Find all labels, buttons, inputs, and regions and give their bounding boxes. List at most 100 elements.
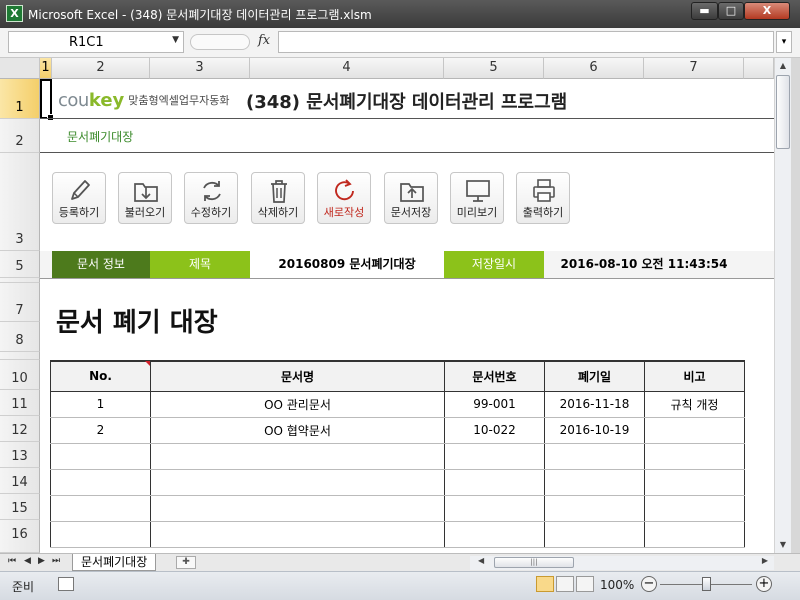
cell[interactable]: [444, 443, 545, 470]
cell[interactable]: [544, 469, 645, 496]
cell[interactable]: [150, 443, 445, 470]
column-header-no[interactable]: No.: [50, 360, 151, 392]
formula-input[interactable]: [278, 31, 774, 53]
vertical-scroll-thumb[interactable]: [776, 75, 790, 149]
register-button[interactable]: 등록하기: [52, 172, 106, 224]
row-header[interactable]: 5: [0, 251, 40, 278]
cell[interactable]: [150, 521, 445, 548]
cell[interactable]: [644, 495, 745, 522]
row-header[interactable]: 2: [0, 119, 40, 153]
column-header-remarks[interactable]: 비고: [644, 360, 745, 392]
insert-sheet-icon[interactable]: ✚: [176, 556, 196, 569]
cell[interactable]: 1: [50, 391, 151, 418]
column-header-doc-name[interactable]: 문서명: [150, 360, 445, 392]
row-header[interactable]: 14: [0, 468, 40, 494]
scroll-right-arrow-icon[interactable]: ▶: [762, 556, 768, 565]
edit-button[interactable]: 수정하기: [184, 172, 238, 224]
cell[interactable]: 규칙 개정: [644, 391, 745, 418]
maximize-button[interactable]: □: [718, 2, 744, 20]
cell[interactable]: [150, 495, 445, 522]
cell[interactable]: [644, 417, 745, 444]
row-header[interactable]: 12: [0, 416, 40, 442]
cell[interactable]: 2016-10-19: [544, 417, 645, 444]
cell[interactable]: [544, 443, 645, 470]
cell[interactable]: [644, 521, 745, 548]
zoom-slider-thumb[interactable]: [702, 577, 711, 591]
scroll-left-arrow-icon[interactable]: ◀: [478, 556, 484, 565]
cell[interactable]: [444, 469, 545, 496]
cell[interactable]: [644, 443, 745, 470]
horizontal-scrollbar[interactable]: ◀ ||| ▶: [470, 556, 774, 570]
zoom-in-icon[interactable]: +: [756, 576, 772, 592]
page-break-preview-icon[interactable]: [576, 576, 594, 592]
horizontal-scroll-thumb[interactable]: |||: [494, 557, 574, 568]
print-button[interactable]: 출력하기: [516, 172, 570, 224]
insert-function-icon[interactable]: fx: [258, 33, 270, 48]
active-cell-selection[interactable]: [40, 79, 54, 121]
row-header[interactable]: 7: [0, 283, 40, 322]
chevron-down-icon[interactable]: ▼: [172, 35, 179, 45]
cell[interactable]: [444, 495, 545, 522]
minimize-button[interactable]: ▬: [691, 2, 718, 20]
cell[interactable]: 99-001: [444, 391, 545, 418]
cell[interactable]: 2: [50, 417, 151, 444]
column-header[interactable]: 1: [40, 58, 52, 79]
zoom-out-icon[interactable]: −: [641, 576, 657, 592]
cell[interactable]: OO 관리문서: [150, 391, 445, 418]
sheet-tab-active[interactable]: 문서폐기대장: [72, 554, 157, 571]
last-sheet-icon[interactable]: ⏭: [52, 556, 60, 566]
row-header[interactable]: 15: [0, 494, 40, 520]
row-header[interactable]: 13: [0, 442, 40, 468]
first-sheet-icon[interactable]: ⏮: [8, 556, 16, 566]
formula-bar-resize-handle[interactable]: [190, 34, 250, 50]
row-header[interactable]: [0, 352, 40, 360]
column-header[interactable]: 5: [444, 58, 544, 79]
delete-button[interactable]: 삭제하기: [251, 172, 305, 224]
column-header[interactable]: 3: [150, 58, 250, 79]
vertical-scrollbar[interactable]: ▲ ▼: [774, 58, 791, 553]
cell[interactable]: [644, 469, 745, 496]
title-value[interactable]: 20160809 문서폐기대장: [250, 251, 444, 278]
column-header-doc-number[interactable]: 문서번호: [444, 360, 545, 392]
cell[interactable]: [544, 521, 645, 548]
save-button[interactable]: 문서저장: [384, 172, 438, 224]
monitor-icon: [466, 180, 490, 202]
cell[interactable]: [50, 443, 151, 470]
row-header[interactable]: 8: [0, 322, 40, 352]
column-header-disposal-date[interactable]: 폐기일: [544, 360, 645, 392]
next-sheet-icon[interactable]: ▶: [38, 556, 45, 566]
column-header[interactable]: 2: [52, 58, 150, 79]
preview-button[interactable]: 미리보기: [450, 172, 504, 224]
macro-record-icon[interactable]: [58, 577, 74, 591]
zoom-level[interactable]: 100%: [600, 578, 634, 592]
row-header[interactable]: 1: [0, 79, 40, 119]
select-all-corner[interactable]: [0, 58, 40, 79]
row-header[interactable]: 11: [0, 390, 40, 416]
cell[interactable]: 2016-11-18: [544, 391, 645, 418]
cell[interactable]: [544, 495, 645, 522]
comment-indicator[interactable]: [145, 361, 150, 366]
row-header[interactable]: 3: [0, 153, 40, 251]
page-layout-view-icon[interactable]: [556, 576, 574, 592]
cell[interactable]: 10-022: [444, 417, 545, 444]
new-button[interactable]: 새로작성: [317, 172, 371, 224]
column-header[interactable]: 4: [250, 58, 444, 79]
column-header[interactable]: 7: [644, 58, 744, 79]
cell[interactable]: [50, 521, 151, 548]
cell[interactable]: [50, 495, 151, 522]
normal-view-icon[interactable]: [536, 576, 554, 592]
prev-sheet-icon[interactable]: ◀: [24, 556, 31, 566]
name-box[interactable]: R1C1 ▼: [8, 31, 184, 53]
load-button[interactable]: 불러오기: [118, 172, 172, 224]
row-header[interactable]: 10: [0, 360, 40, 390]
scroll-down-arrow-icon[interactable]: ▼: [775, 537, 791, 553]
cell[interactable]: [50, 469, 151, 496]
close-button[interactable]: X: [744, 2, 790, 20]
row-header[interactable]: 16: [0, 520, 40, 553]
expand-formula-bar-icon[interactable]: ▾: [776, 31, 792, 53]
cell[interactable]: [444, 521, 545, 548]
cell[interactable]: [150, 469, 445, 496]
scroll-up-arrow-icon[interactable]: ▲: [775, 58, 791, 74]
cell[interactable]: OO 협약문서: [150, 417, 445, 444]
column-header[interactable]: 6: [544, 58, 644, 79]
